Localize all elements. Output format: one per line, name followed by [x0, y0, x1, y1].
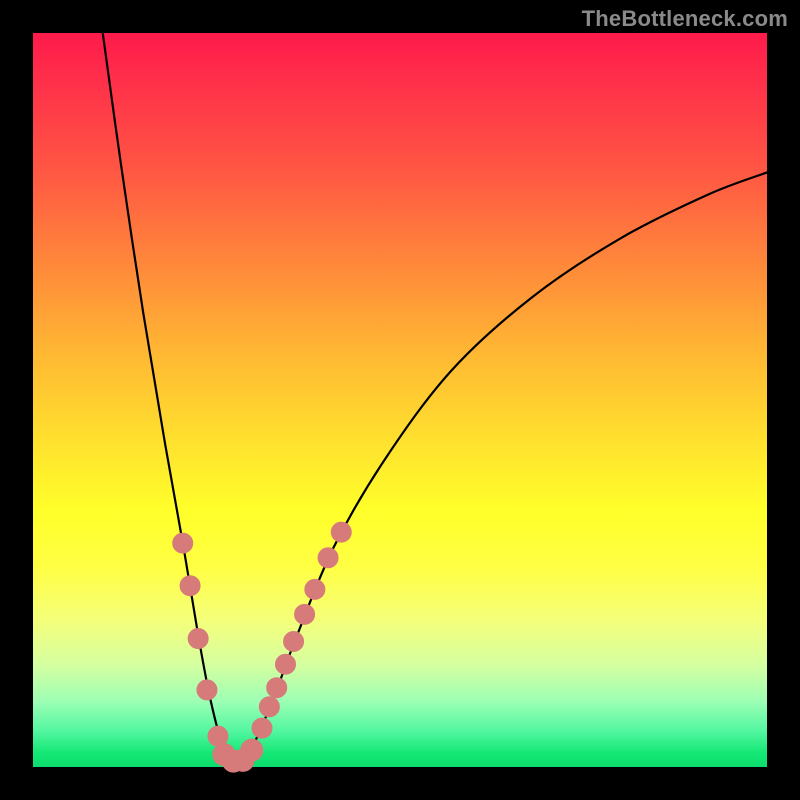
inlier-dots: [173, 522, 352, 772]
inlier-dot: [241, 739, 263, 761]
bottleneck-curve: [33, 33, 767, 767]
inlier-dot: [284, 631, 304, 651]
inlier-dot: [318, 548, 338, 568]
inlier-dot: [173, 533, 193, 553]
inlier-dot: [252, 718, 272, 738]
inlier-dot: [180, 576, 200, 596]
inlier-dot: [259, 697, 279, 717]
inlier-dot: [295, 604, 315, 624]
chart-stage: TheBottleneck.com: [0, 0, 800, 800]
inlier-dot: [331, 522, 351, 542]
curve-path: [103, 33, 767, 767]
inlier-dot: [305, 579, 325, 599]
inlier-dot: [267, 678, 287, 698]
inlier-dot: [188, 629, 208, 649]
inlier-dot: [276, 654, 296, 674]
inlier-dot: [197, 680, 217, 700]
watermark-text: TheBottleneck.com: [582, 6, 788, 32]
